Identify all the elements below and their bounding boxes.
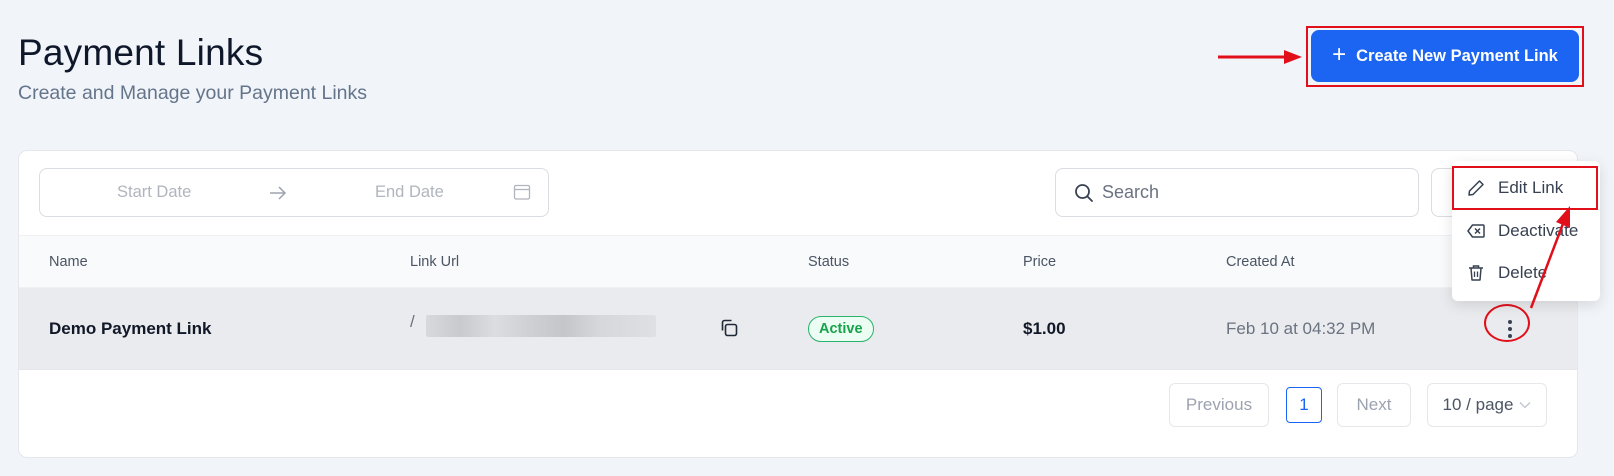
column-header-created-at: Created At: [1226, 254, 1295, 270]
next-page-button[interactable]: Next: [1337, 383, 1411, 427]
end-date-input[interactable]: End Date: [375, 183, 444, 202]
menu-item-label: Deactivate: [1498, 221, 1579, 240]
copy-icon[interactable]: [719, 318, 739, 338]
create-payment-link-button[interactable]: + Create New Payment Link: [1311, 30, 1579, 82]
annotation-highlight-box: [1452, 166, 1598, 210]
page-title: Payment Links: [18, 32, 264, 73]
redacted-link-url: [426, 315, 656, 337]
menu-item-deactivate[interactable]: Deactivate: [1452, 211, 1600, 251]
start-date-input[interactable]: Start Date: [117, 183, 191, 202]
search-icon: [1075, 183, 1093, 202]
page-size-select[interactable]: 10 / page: [1427, 383, 1547, 427]
page-size-label: 10 / page: [1442, 395, 1514, 414]
link-price: $1.00: [1023, 319, 1066, 338]
annotation-arrow-icon: [1218, 50, 1302, 64]
previous-page-button[interactable]: Previous: [1169, 383, 1269, 427]
search-input[interactable]: Search: [1055, 168, 1419, 217]
arrow-right-icon: [270, 186, 287, 200]
annotation-circle: [1484, 304, 1530, 342]
search-placeholder: Search: [1102, 182, 1160, 202]
payment-links-card: Start Date End Date Search Name Link Url…: [18, 150, 1578, 458]
column-header-name: Name: [49, 254, 88, 270]
table-header: Name Link Url Status Price Created At: [19, 235, 1577, 288]
column-header-price: Price: [1023, 254, 1057, 270]
calendar-icon[interactable]: [513, 183, 531, 201]
column-header-status: Status: [808, 254, 850, 270]
plus-icon: +: [1332, 41, 1347, 68]
create-button-label: Create New Payment Link: [1356, 46, 1558, 65]
link-created-at: Feb 10 at 04:32 PM: [1226, 319, 1376, 338]
date-range-picker[interactable]: Start Date End Date: [39, 168, 549, 217]
chevron-down-icon: [1519, 402, 1531, 409]
status-badge: Active: [808, 316, 874, 342]
page-1-button[interactable]: 1: [1286, 387, 1322, 423]
trash-icon: [1469, 265, 1483, 281]
table-row[interactable]: Demo Payment Link / Active $1.00 Feb 10 …: [19, 288, 1577, 370]
link-name: Demo Payment Link: [49, 319, 212, 338]
menu-item-delete[interactable]: Delete: [1452, 253, 1600, 293]
link-url-prefix: /: [410, 312, 415, 331]
column-header-link-url: Link Url: [410, 254, 460, 270]
page-subtitle: Create and Manage your Payment Links: [18, 82, 368, 104]
menu-item-label: Delete: [1498, 263, 1548, 282]
backspace-x-icon: [1467, 224, 1485, 238]
